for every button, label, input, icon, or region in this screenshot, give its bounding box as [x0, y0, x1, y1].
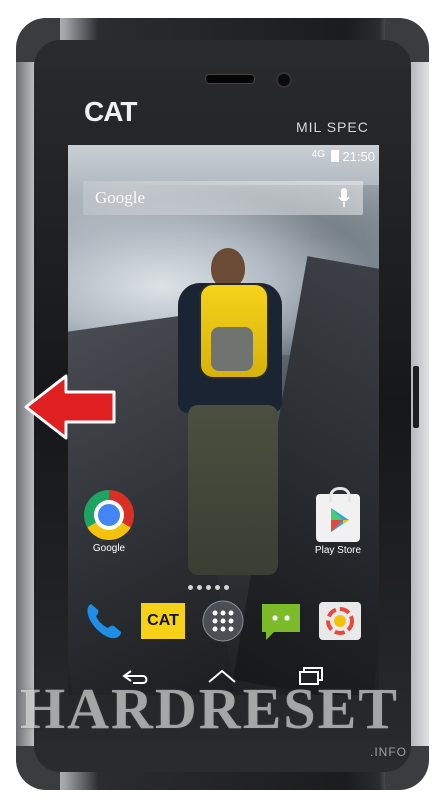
watermark: HARDRESET [20, 676, 399, 741]
left-arrow-icon [24, 374, 116, 440]
page-dot [197, 585, 202, 590]
status-clock: 21:50 [342, 149, 375, 164]
dock-camera[interactable] [317, 600, 363, 645]
dock-app-drawer[interactable] [202, 600, 244, 645]
dock-cat-app[interactable]: CAT [141, 603, 187, 639]
search-label: Google [95, 188, 146, 207]
front-camera-icon [276, 72, 292, 88]
wallpaper-backpack [211, 327, 253, 371]
cat-app-text: CAT [147, 612, 179, 629]
mic-icon[interactable] [337, 187, 351, 209]
app-drawer-icon [202, 600, 244, 642]
messaging-icon [262, 604, 300, 640]
status-bar: 4G 21:50 [68, 145, 379, 167]
page-dot [215, 585, 220, 590]
app-play-store[interactable]: Play Store [308, 487, 368, 556]
page-dot [188, 585, 193, 590]
app-label: Google [92, 543, 126, 554]
chrome-icon [84, 490, 134, 540]
google-search-widget[interactable]: Google [83, 181, 363, 215]
page-dot [224, 585, 229, 590]
page-indicator [186, 577, 258, 590]
network-indicator: 4G [311, 149, 325, 160]
app-google[interactable]: Google [81, 490, 137, 554]
wallpaper-hiker [211, 248, 245, 288]
model-badge: MIL SPEC [296, 119, 369, 135]
play-store-icon [316, 487, 360, 542]
earpiece-speaker [205, 74, 255, 84]
page-dot [206, 585, 211, 590]
battery-icon [331, 150, 339, 162]
dock-phone[interactable] [80, 598, 128, 647]
app-label: Play Store [314, 545, 362, 556]
watermark-suffix: .INFO [370, 745, 407, 759]
cat-app-icon: CAT [141, 603, 185, 639]
phone-icon [87, 604, 121, 639]
wallpaper-hiker [188, 405, 278, 575]
side-button[interactable] [413, 366, 419, 428]
dock-messaging[interactable] [258, 598, 304, 647]
brand-logo: CAT [84, 96, 137, 127]
camera-icon [319, 602, 361, 640]
